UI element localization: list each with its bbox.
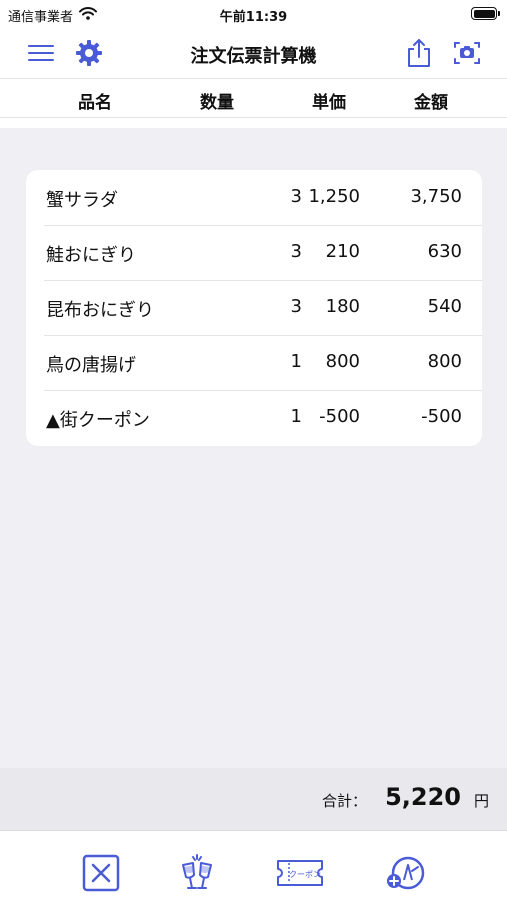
total-bar: 合計： 5,220 円 (0, 768, 507, 830)
item-amount: 3,750 (410, 186, 462, 207)
toast-icon (178, 853, 216, 897)
item-name: 蟹サラダ (46, 190, 118, 211)
toast-button[interactable] (174, 853, 220, 897)
item-name: 鮭おにぎり (46, 245, 136, 266)
add-item-button[interactable] (382, 855, 428, 895)
battery-icon (471, 7, 500, 20)
add-item-icon (384, 853, 426, 897)
item-name: 昆布おにぎり (46, 300, 154, 321)
item-qty: 3 (290, 241, 302, 262)
camera-icon[interactable] (452, 38, 482, 68)
column-amount: 金額 (414, 93, 448, 113)
total-unit: 円 (473, 792, 489, 810)
item-qty: 1 (290, 351, 302, 372)
status-bar: 通信事業者 午前11:39 (0, 0, 507, 28)
coupon-label: クーポン (289, 870, 321, 879)
coupon-button[interactable]: クーポン (277, 855, 323, 895)
list-item[interactable]: 鮭おにぎり 3 210 630 (26, 225, 482, 280)
item-price: 180 (325, 296, 360, 317)
list-item[interactable]: ▲街クーポン 1 -500 -500 (26, 390, 482, 445)
column-header: 品名 数量 単価 金額 (0, 78, 507, 118)
clear-icon (81, 853, 121, 897)
item-name: ▲街クーポン (46, 410, 150, 431)
clear-button[interactable] (78, 853, 124, 897)
item-qty: 3 (290, 186, 302, 207)
share-icon[interactable] (404, 38, 434, 68)
bottom-toolbar: クーポン (0, 830, 507, 900)
column-name: 品名 (78, 93, 112, 113)
total-value: 5,220 (385, 783, 461, 811)
column-qty: 数量 (200, 93, 234, 113)
list-item[interactable]: 昆布おにぎり 3 180 540 (26, 280, 482, 335)
item-name: 鳥の唐揚げ (46, 355, 136, 376)
item-price: 210 (325, 241, 360, 262)
header-spacer (0, 118, 507, 128)
order-items-list: 蟹サラダ 3 1,250 3,750 鮭おにぎり 3 210 630 昆布おにぎ… (26, 170, 482, 446)
item-amount: 540 (427, 296, 462, 317)
item-amount: 800 (427, 351, 462, 372)
item-price: -500 (319, 406, 360, 427)
item-qty: 3 (290, 296, 302, 317)
list-item[interactable]: 蟹サラダ 3 1,250 3,750 (26, 170, 482, 225)
list-item[interactable]: 鳥の唐揚げ 1 800 800 (26, 335, 482, 390)
column-price: 単価 (312, 93, 346, 113)
total-label: 合計： (321, 792, 367, 810)
item-price: 1,250 (308, 186, 360, 207)
item-qty: 1 (290, 406, 302, 427)
item-amount: -500 (421, 406, 462, 427)
nav-bar: 注文伝票計算機 (0, 28, 507, 78)
item-price: 800 (325, 351, 360, 372)
coupon-icon: クーポン (276, 857, 324, 893)
status-time: 午前11:39 (219, 10, 288, 25)
item-amount: 630 (427, 241, 462, 262)
